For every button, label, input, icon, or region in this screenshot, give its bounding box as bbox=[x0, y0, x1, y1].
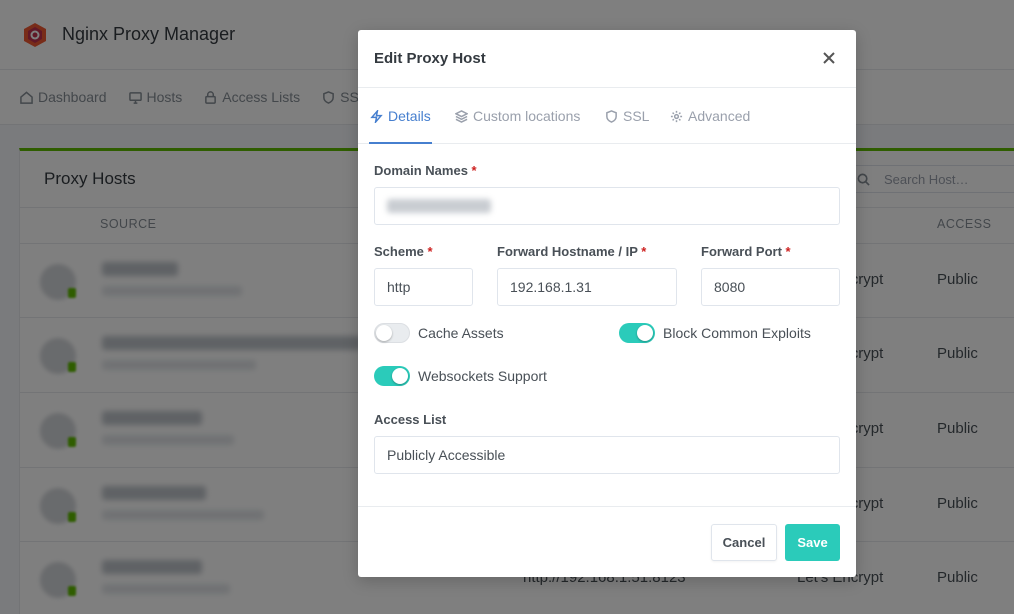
required-mark: * bbox=[471, 163, 477, 178]
tab-details-label: Details bbox=[388, 108, 431, 124]
domain-names-input[interactable] bbox=[374, 187, 840, 225]
toggle-knob bbox=[392, 368, 408, 384]
redacted-domain-chip bbox=[387, 199, 491, 213]
tab-advanced-label: Advanced bbox=[688, 108, 751, 124]
tab-advanced[interactable]: Advanced bbox=[670, 108, 750, 124]
forward-hostname-label: Forward Hostname / IP * bbox=[497, 244, 646, 259]
required-mark: * bbox=[427, 244, 433, 259]
access-list-label: Access List bbox=[374, 412, 447, 427]
websockets-support-label[interactable]: Websockets Support bbox=[418, 368, 547, 384]
layers-icon bbox=[455, 109, 468, 123]
tab-ssl-label: SSL bbox=[623, 108, 650, 124]
scheme-label-text: Scheme bbox=[374, 244, 424, 259]
tab-ssl[interactable]: SSL bbox=[605, 108, 649, 124]
access-list-select[interactable]: Publicly Accessible bbox=[374, 436, 840, 474]
scheme-value: http bbox=[387, 279, 411, 295]
tab-custom-locations[interactable]: Custom locations bbox=[455, 108, 580, 124]
modal-tabs: Details Custom locations SSL Advanced bbox=[358, 88, 856, 144]
scheme-input[interactable]: http bbox=[374, 268, 473, 306]
settings-icon bbox=[670, 110, 683, 122]
modal-header: Edit Proxy Host bbox=[358, 30, 856, 88]
cache-assets-toggle[interactable] bbox=[374, 323, 410, 343]
domain-names-label: Domain Names * bbox=[374, 163, 477, 178]
forward-hostname-input[interactable]: 192.168.1.31 bbox=[497, 268, 677, 306]
tab-details[interactable]: Details bbox=[370, 108, 431, 124]
save-button[interactable]: Save bbox=[785, 524, 840, 561]
required-mark: * bbox=[641, 244, 647, 259]
websockets-support-toggle[interactable] bbox=[374, 366, 410, 386]
forward-hostname-label-text: Forward Hostname / IP bbox=[497, 244, 638, 259]
forward-port-label: Forward Port * bbox=[701, 244, 791, 259]
toggle-knob bbox=[637, 325, 653, 341]
access-list-value: Publicly Accessible bbox=[387, 447, 506, 463]
forward-port-input[interactable]: 8080 bbox=[701, 268, 840, 306]
shield-icon bbox=[606, 109, 617, 123]
cache-assets-label[interactable]: Cache Assets bbox=[418, 325, 504, 341]
forward-port-value: 8080 bbox=[714, 279, 746, 295]
forward-hostname-value: 192.168.1.31 bbox=[510, 279, 592, 295]
block-common-exploits-label[interactable]: Block Common Exploits bbox=[663, 325, 811, 341]
tab-custom-locations-label: Custom locations bbox=[473, 108, 581, 124]
block-common-exploits-toggle[interactable] bbox=[619, 323, 655, 343]
required-mark: * bbox=[785, 244, 791, 259]
edit-proxy-host-modal: Edit Proxy Host Details Custom locations… bbox=[358, 30, 856, 577]
scheme-label: Scheme * bbox=[374, 244, 433, 259]
zap-icon bbox=[370, 109, 383, 123]
forward-port-label-text: Forward Port bbox=[701, 244, 782, 259]
toggle-knob bbox=[376, 325, 392, 341]
close-icon bbox=[823, 52, 835, 64]
modal-title: Edit Proxy Host bbox=[374, 50, 486, 67]
modal-footer: Cancel Save bbox=[358, 506, 856, 577]
active-tab-indicator bbox=[369, 142, 432, 144]
close-button[interactable] bbox=[822, 51, 836, 65]
cancel-button[interactable]: Cancel bbox=[711, 524, 777, 561]
domain-names-label-text: Domain Names bbox=[374, 163, 468, 178]
